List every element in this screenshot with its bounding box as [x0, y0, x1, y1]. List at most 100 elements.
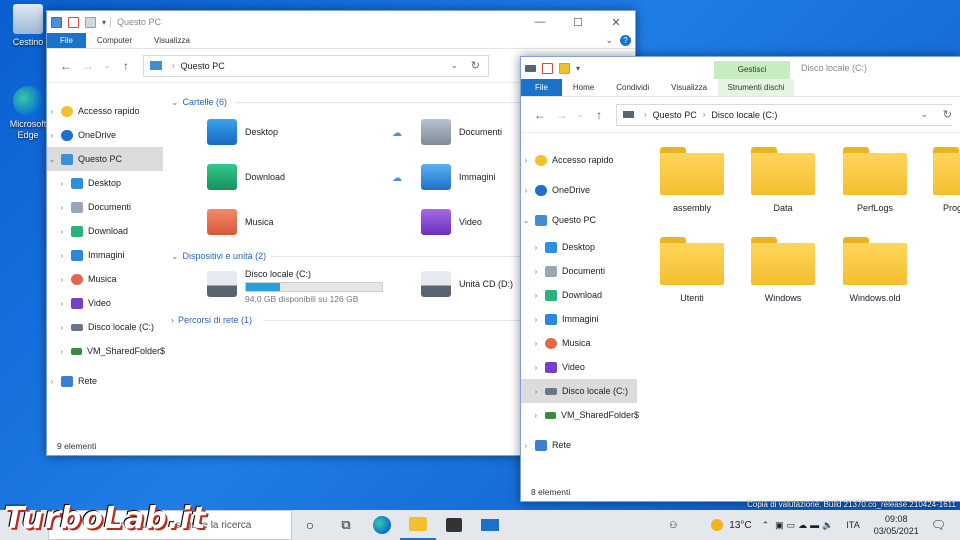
chevron-right-icon[interactable]: › [57, 227, 67, 236]
folder-item[interactable]: Prog [923, 147, 960, 213]
folder-desktop[interactable]: Desktop [207, 119, 278, 145]
back-icon[interactable]: ← [529, 108, 551, 122]
nav-item-documents[interactable]: › Documenti [47, 195, 165, 219]
up-icon[interactable]: ↑ [115, 59, 137, 73]
close-button[interactable]: ✕ [597, 11, 635, 33]
customize-quick-access-icon[interactable]: ▾ [102, 18, 106, 27]
nav-item-desktop[interactable]: › Desktop [47, 171, 165, 195]
nav-item-desktop[interactable]: › Desktop [521, 235, 639, 259]
nav-item-video[interactable]: › Video [521, 355, 639, 379]
folder-music[interactable]: Musica [207, 209, 274, 235]
nav-item-this-pc[interactable]: ⌄ Questo PC [521, 205, 639, 235]
tab-view[interactable]: Visualizza [660, 79, 718, 96]
chevron-right-icon[interactable]: › [521, 156, 531, 165]
chevron-right-icon[interactable]: › [57, 179, 67, 188]
context-tab-manage[interactable]: Gestisci [714, 61, 790, 79]
mail-taskbar-icon[interactable] [472, 510, 508, 540]
recent-locations-icon[interactable]: ⌄ [99, 61, 115, 70]
chevron-right-icon[interactable]: › [57, 251, 67, 260]
tab-view[interactable]: Visualizza [143, 33, 201, 48]
folder-item[interactable]: Data [743, 147, 823, 213]
nav-item-local-disk[interactable]: › Disco locale (C:) [47, 315, 165, 339]
nav-item-music[interactable]: › Musica [47, 267, 165, 291]
folder-item[interactable]: PerfLogs [835, 147, 915, 213]
address-dropdown-icon[interactable]: ⌄ [450, 60, 458, 71]
help-icon[interactable]: ? [620, 35, 631, 46]
maximize-button[interactable]: ☐ [559, 11, 597, 33]
chevron-right-icon[interactable]: › [47, 377, 57, 386]
forward-icon[interactable]: → [551, 108, 573, 122]
customize-quick-access-icon[interactable]: ▾ [576, 64, 580, 73]
chevron-right-icon[interactable]: › [57, 347, 67, 356]
chevron-right-icon[interactable]: › [531, 267, 541, 276]
refresh-icon[interactable]: ↻ [943, 108, 952, 121]
chevron-right-icon[interactable]: › [531, 387, 541, 396]
chevron-down-icon[interactable]: ⌄ [521, 216, 531, 225]
chevron-right-icon[interactable]: › [57, 299, 67, 308]
chevron-right-icon[interactable]: › [47, 131, 57, 140]
nav-item-download[interactable]: › Download [47, 219, 165, 243]
folder-item[interactable]: Utenti [652, 237, 732, 303]
back-icon[interactable]: ← [55, 59, 77, 73]
nav-item-documents[interactable]: › Documenti [521, 259, 639, 283]
tray-app-icons[interactable]: ▣▭☁▬🔈 [775, 520, 836, 531]
show-hidden-icons-icon[interactable]: ⌃ [762, 520, 770, 531]
edge-taskbar-icon[interactable] [364, 510, 400, 540]
chevron-right-icon[interactable]: › [531, 315, 541, 324]
address-bar[interactable]: › Questo PC › Disco locale (C:) ⌄ ↻ [616, 103, 952, 126]
store-taskbar-icon[interactable] [436, 510, 472, 540]
refresh-icon[interactable]: ↻ [471, 59, 480, 72]
folder-documents[interactable]: Documenti [421, 119, 502, 145]
nav-item-onedrive[interactable]: › OneDrive [521, 175, 639, 205]
nav-item-shared-folder[interactable]: › VM_SharedFolder$ [521, 403, 639, 427]
expand-ribbon-icon[interactable]: ⌄ [605, 35, 613, 46]
properties-icon[interactable] [68, 16, 79, 28]
nav-item-quick-access[interactable]: › Accesso rapido [521, 145, 639, 175]
folder-item[interactable]: Windows.old [835, 237, 915, 303]
new-folder-icon[interactable] [559, 62, 570, 74]
minimize-button[interactable]: — [521, 11, 559, 33]
file-explorer-taskbar-icon[interactable] [400, 510, 436, 540]
nav-item-local-disk[interactable]: › Disco locale (C:) [521, 379, 637, 403]
folder-pictures[interactable]: Immagini [421, 164, 496, 190]
properties-icon[interactable] [542, 62, 553, 74]
recent-locations-icon[interactable]: ⌄ [572, 110, 588, 119]
chevron-right-icon[interactable]: › [57, 323, 67, 332]
tab-drive-tools[interactable]: Strumenti dischi [718, 79, 795, 96]
nav-item-network[interactable]: › Rete [47, 369, 165, 393]
tab-computer[interactable]: Computer [86, 33, 143, 48]
tab-home[interactable]: Home [562, 79, 605, 96]
title-bar[interactable]: ▾ Gestisci Disco locale (C:) [521, 57, 960, 79]
people-icon[interactable]: ⚇ [669, 520, 677, 531]
tab-file[interactable]: File [47, 33, 86, 48]
forward-icon[interactable]: → [77, 59, 99, 73]
new-folder-icon[interactable] [85, 16, 96, 28]
breadcrumb-local-disk[interactable]: Disco locale (C:) [711, 110, 777, 120]
chevron-right-icon[interactable]: › [531, 411, 541, 420]
clock[interactable]: 09:08 03/05/2021 [874, 513, 919, 537]
nav-item-music[interactable]: › Musica [521, 331, 639, 355]
chevron-right-icon[interactable]: › [57, 275, 67, 284]
chevron-right-icon[interactable]: › [521, 441, 531, 450]
nav-item-video[interactable]: › Video [47, 291, 165, 315]
notifications-icon[interactable]: 🗨 [931, 518, 946, 532]
breadcrumb-this-pc[interactable]: Questo PC [653, 110, 697, 120]
title-bar[interactable]: ▾ Questo PC — ☐ ✕ [47, 11, 635, 33]
nav-item-download[interactable]: › Download [521, 283, 639, 307]
nav-item-pictures[interactable]: › Immagini [47, 243, 165, 267]
nav-item-onedrive[interactable]: › OneDrive [47, 123, 165, 147]
address-bar[interactable]: › Questo PC ⌄ ↻ [143, 54, 489, 77]
chevron-right-icon[interactable]: › [47, 107, 57, 116]
breadcrumb-this-pc[interactable]: Questo PC [181, 61, 225, 71]
folder-download[interactable]: Download [207, 164, 285, 190]
chevron-right-icon[interactable]: › [531, 243, 541, 252]
input-language[interactable]: ITA [846, 520, 859, 530]
chevron-right-icon[interactable]: › [57, 203, 67, 212]
nav-item-pictures[interactable]: › Immagini [521, 307, 639, 331]
drive-c[interactable]: Disco locale (C:) 94,0 GB disponibili su… [207, 269, 383, 304]
folder-item[interactable]: Windows [743, 237, 823, 303]
chevron-right-icon[interactable]: › [531, 291, 541, 300]
chevron-right-icon[interactable]: › [521, 186, 531, 195]
nav-item-quick-access[interactable]: › Accesso rapido [47, 99, 165, 123]
folder-item[interactable]: assembly [652, 147, 732, 213]
